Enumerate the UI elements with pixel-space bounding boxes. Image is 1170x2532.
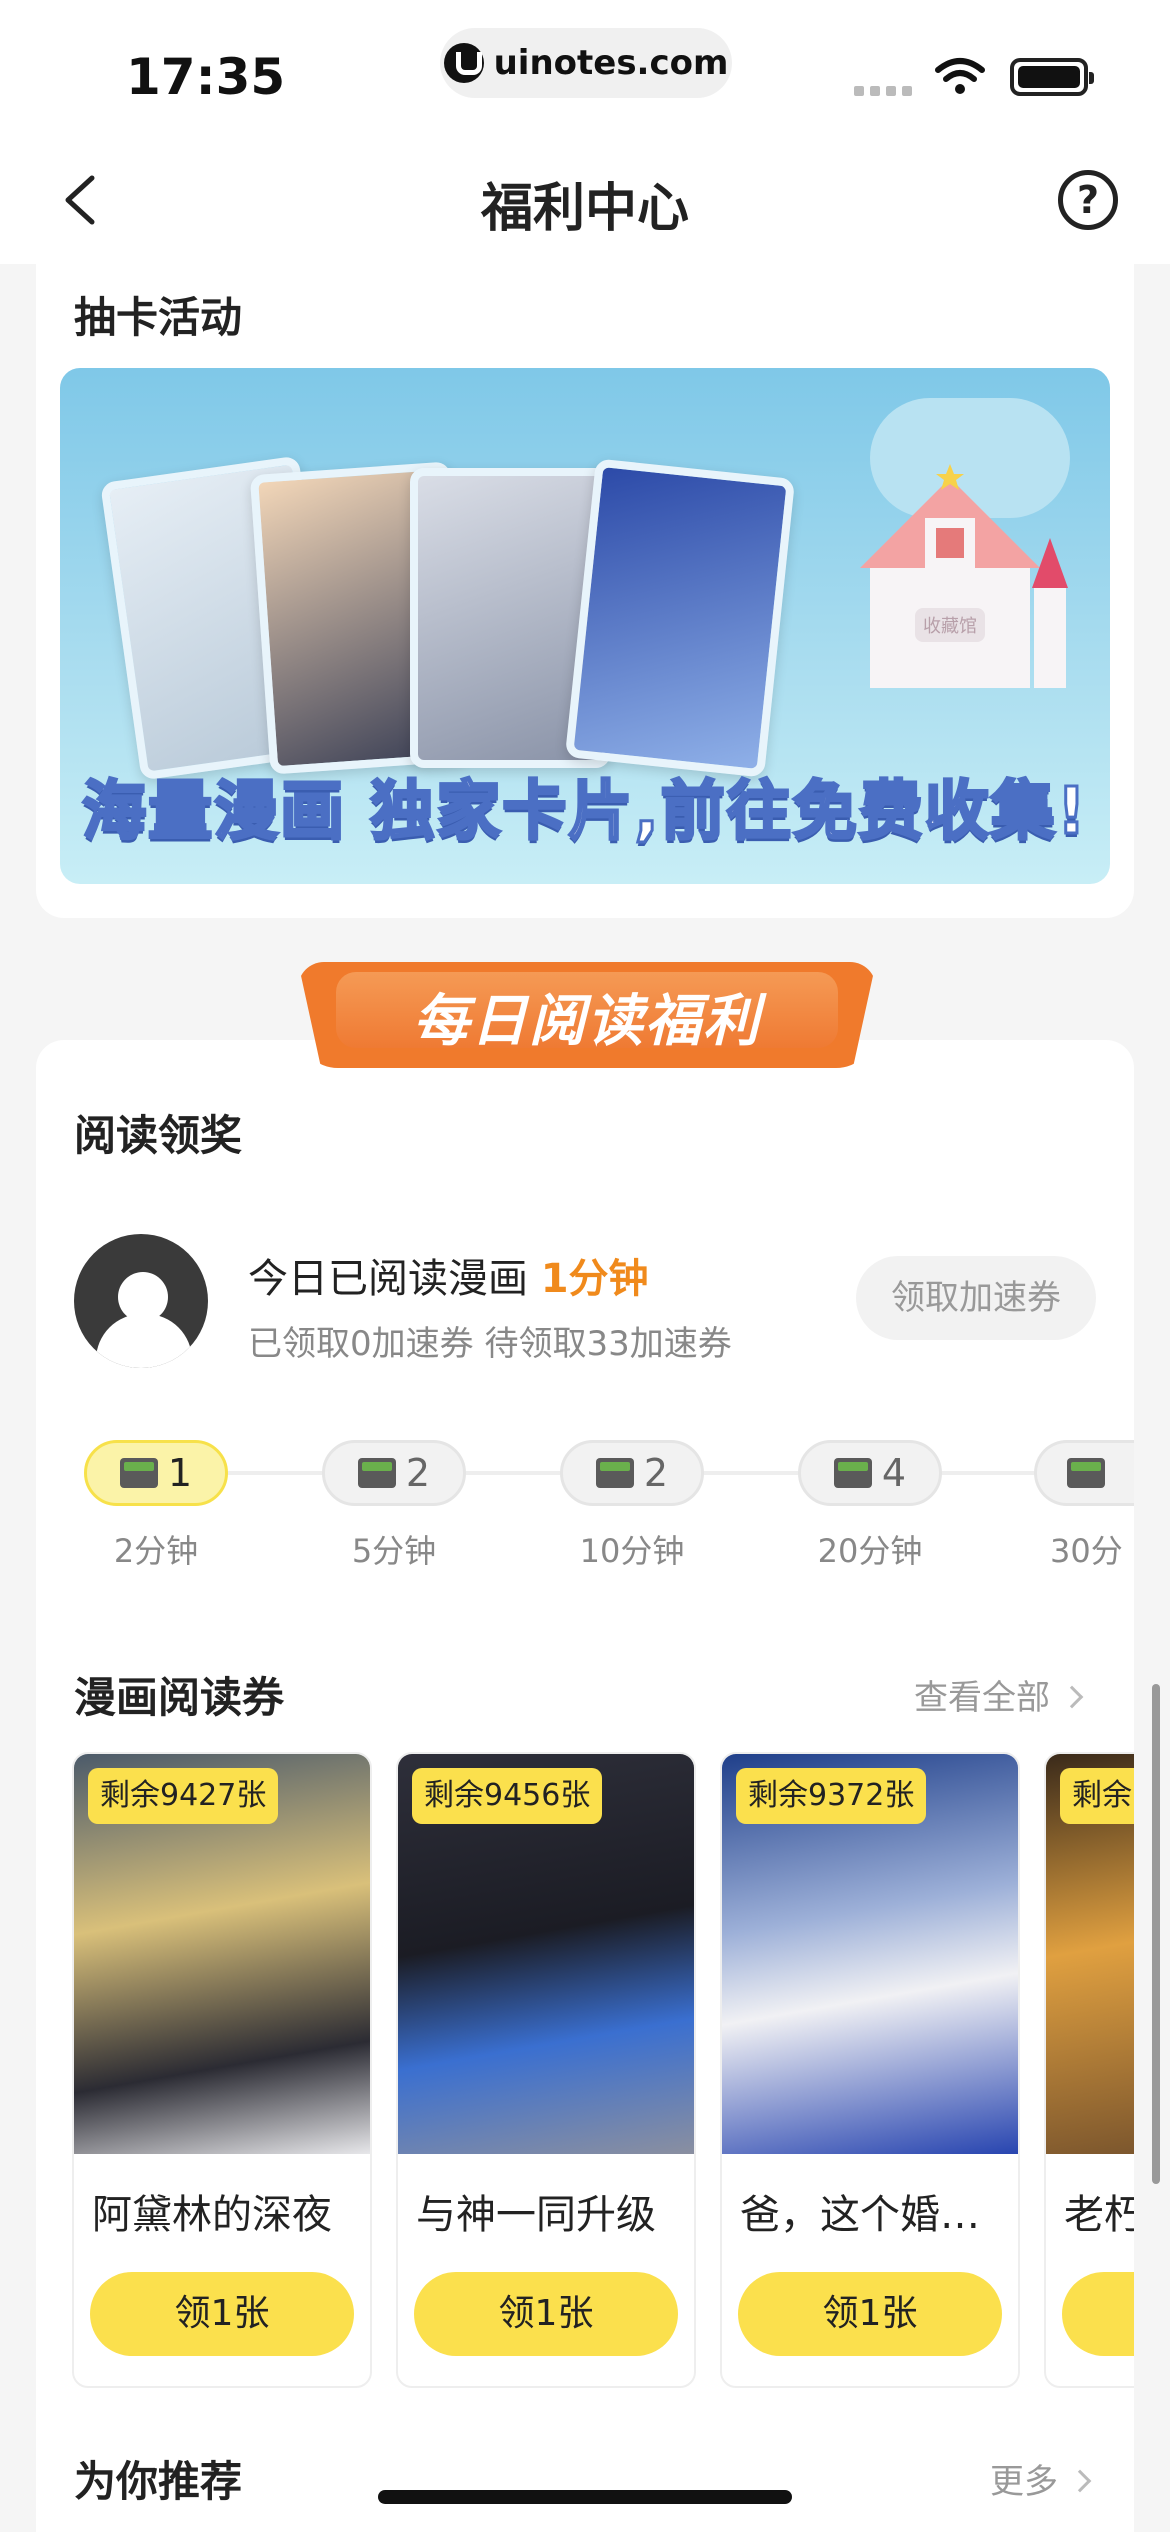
more-recommend-link[interactable]: 更多 bbox=[990, 2454, 1092, 2503]
daily-reading-ribbon: 每日阅读福利 bbox=[298, 962, 876, 1068]
coupon-card[interactable]: 剩余9456张 与神一同升级 领1张 bbox=[396, 1752, 696, 2388]
comic-title: 与神一同升级 bbox=[416, 2192, 656, 2238]
home-indicator[interactable] bbox=[378, 2490, 792, 2504]
claim-coupon-button[interactable]: 领1张 bbox=[414, 2272, 678, 2356]
reading-step-2[interactable]: 2 bbox=[322, 1440, 466, 1506]
clock: 17:35 bbox=[126, 48, 286, 106]
remaining-count-badge: 剩余9427张 bbox=[88, 1768, 279, 1824]
speed-ticket-icon bbox=[119, 1458, 158, 1488]
reading-step-3[interactable]: 2 bbox=[560, 1440, 704, 1506]
speed-ticket-icon bbox=[1066, 1458, 1105, 1488]
url-pill[interactable]: uinotes.com bbox=[440, 28, 732, 98]
section-title-card-activity: 抽卡活动 bbox=[74, 293, 243, 342]
status-bar: 17:35 uinotes.com bbox=[0, 0, 1170, 140]
step-label: 20分钟 bbox=[817, 1532, 923, 1570]
reading-step-5[interactable] bbox=[1034, 1440, 1134, 1506]
wifi-icon bbox=[935, 58, 985, 94]
see-all-coupons-link[interactable]: 查看全部 bbox=[914, 1670, 1084, 1719]
coupon-card[interactable]: 剩余9372张 爸，这个婚… 领1张 bbox=[720, 1752, 1020, 2388]
banner-text: 海量漫画 独家卡片,前往免费收集! bbox=[81, 774, 1088, 851]
step-count: 1 bbox=[167, 1451, 193, 1495]
scrollbar[interactable] bbox=[1152, 1684, 1160, 2184]
see-all-label: 查看全部 bbox=[914, 1678, 1050, 1718]
step-count: 2 bbox=[405, 1451, 431, 1495]
speed-ticket-icon bbox=[833, 1458, 872, 1488]
step-label: 2分钟 bbox=[113, 1532, 199, 1570]
site-logo-icon bbox=[443, 43, 484, 83]
comic-title: 阿黛林的深夜 bbox=[92, 2192, 332, 2238]
step-label: 30分 bbox=[1050, 1532, 1123, 1570]
help-icon[interactable]: ? bbox=[1058, 170, 1118, 230]
card-activity-banner[interactable]: 收藏馆 海量漫画 独家卡片,前往免费收集! bbox=[60, 368, 1110, 884]
step-label: 10分钟 bbox=[579, 1532, 685, 1570]
claim-coupon-button[interactable] bbox=[1062, 2272, 1134, 2356]
more-label: 更多 bbox=[990, 2462, 1058, 2502]
section-title-coupons: 漫画阅读券 bbox=[74, 1673, 285, 1722]
speed-ticket-icon bbox=[357, 1458, 396, 1488]
url-text: uinotes.com bbox=[493, 43, 729, 83]
comic-title: 老朽 bbox=[1064, 2192, 1134, 2238]
chevron-right-icon bbox=[1060, 1685, 1084, 1709]
claim-speed-coupon-button[interactable]: 领取加速券 bbox=[856, 1256, 1096, 1340]
battery-icon bbox=[1010, 58, 1094, 96]
daily-reading-ribbon-text: 每日阅读福利 bbox=[413, 989, 761, 1054]
comic-title: 爸，这个婚… bbox=[740, 2192, 980, 2238]
reading-rewards-card: 阅读领奖 今日已阅读漫画 1分钟 已领取0加速券 待领取33加速券 领取加速券 … bbox=[36, 1040, 1134, 2532]
chevron-right-icon bbox=[1068, 2469, 1092, 2493]
castle-sign: 收藏馆 bbox=[923, 616, 977, 637]
coupon-list: 剩余9427张 阿黛林的深夜 领1张 剩余9456张 与神一同升级 领1张 剩余… bbox=[72, 1752, 1134, 2388]
today-reading-prefix: 今日已阅读漫画 bbox=[248, 1256, 528, 1302]
step-count: 4 bbox=[881, 1451, 907, 1495]
section-title-reading: 阅读领奖 bbox=[74, 1111, 243, 1160]
coupon-card[interactable]: 剩余 老朽 bbox=[1044, 1752, 1134, 2388]
step-count: 2 bbox=[643, 1451, 669, 1495]
castle-illustration: 收藏馆 bbox=[860, 464, 1068, 688]
claim-coupon-button[interactable]: 领1张 bbox=[738, 2272, 1002, 2356]
reading-step-1[interactable]: 1 bbox=[84, 1440, 228, 1506]
cellular-signal-icon bbox=[854, 86, 912, 96]
remaining-count-badge: 剩余9372张 bbox=[736, 1768, 927, 1824]
remaining-count-badge: 剩余 bbox=[1060, 1768, 1134, 1824]
speed-ticket-icon bbox=[595, 1458, 634, 1488]
today-reading-text: 今日已阅读漫画 1分钟 bbox=[248, 1246, 649, 1304]
coupon-card[interactable]: 剩余9427张 阿黛林的深夜 领1张 bbox=[72, 1752, 372, 2388]
card-activity-section: 抽卡活动 收藏馆 海量漫画 独家卡片,前往免费收集! bbox=[36, 264, 1134, 918]
step-label: 5分钟 bbox=[351, 1532, 437, 1570]
nav-bar: 福利中心 ? bbox=[0, 140, 1170, 264]
page-title: 福利中心 bbox=[480, 179, 689, 239]
avatar bbox=[74, 1234, 208, 1368]
reading-step-4[interactable]: 4 bbox=[798, 1440, 942, 1506]
coupon-status-text: 已领取0加速券 待领取33加速券 bbox=[248, 1324, 732, 1364]
remaining-count-badge: 剩余9456张 bbox=[412, 1768, 603, 1824]
claim-coupon-button[interactable]: 领1张 bbox=[90, 2272, 354, 2356]
today-reading-minutes: 1分钟 bbox=[540, 1256, 649, 1302]
card-art-4 bbox=[564, 458, 796, 778]
section-title-recommend: 为你推荐 bbox=[74, 2457, 243, 2506]
